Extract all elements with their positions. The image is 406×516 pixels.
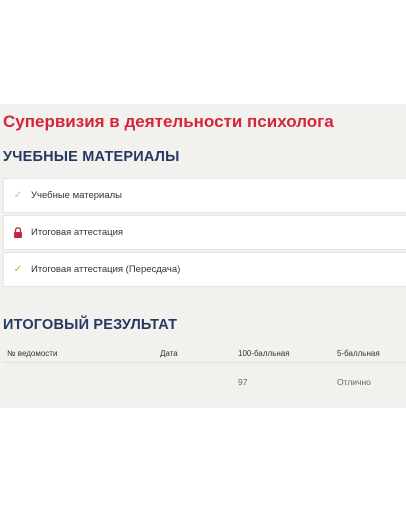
material-item-study-materials[interactable]: ✓ Учебные материалы: [3, 178, 406, 213]
material-item-final-attestation[interactable]: Итоговая аттестация: [3, 215, 406, 250]
column-header-statement-no: № ведомости: [7, 349, 58, 358]
cell-score-100: 97: [238, 377, 248, 387]
results-heading: ИТОГОВЫЙ РЕЗУЛЬТАТ: [3, 317, 178, 333]
course-title: Супервизия в деятельности психолога: [3, 112, 334, 131]
lock-icon: [12, 227, 24, 238]
materials-heading: УЧЕБНЫЕ МАТЕРИАЛЫ: [3, 149, 180, 165]
results-table: № ведомости Дата 100-балльная 5-балльная…: [3, 343, 406, 403]
check-icon: ✓: [13, 190, 23, 201]
table-header: № ведомости Дата 100-балльная 5-балльная: [3, 343, 406, 363]
material-item-label: Итоговая аттестация: [31, 227, 124, 238]
material-item-label: Итоговая аттестация (Пересдача): [31, 264, 181, 275]
column-header-date: Дата: [160, 349, 178, 358]
cell-score-5: Отлично: [337, 377, 371, 387]
column-header-score-100: 100-балльная: [238, 349, 290, 358]
column-header-score-5: 5-балльная: [337, 349, 380, 358]
check-icon: ✓: [13, 264, 23, 275]
table-row: 97 Отлично: [3, 363, 406, 403]
material-item-label: Учебные материалы: [31, 190, 122, 201]
material-item-final-attestation-retake[interactable]: ✓ Итоговая аттестация (Пересдача): [3, 252, 406, 287]
